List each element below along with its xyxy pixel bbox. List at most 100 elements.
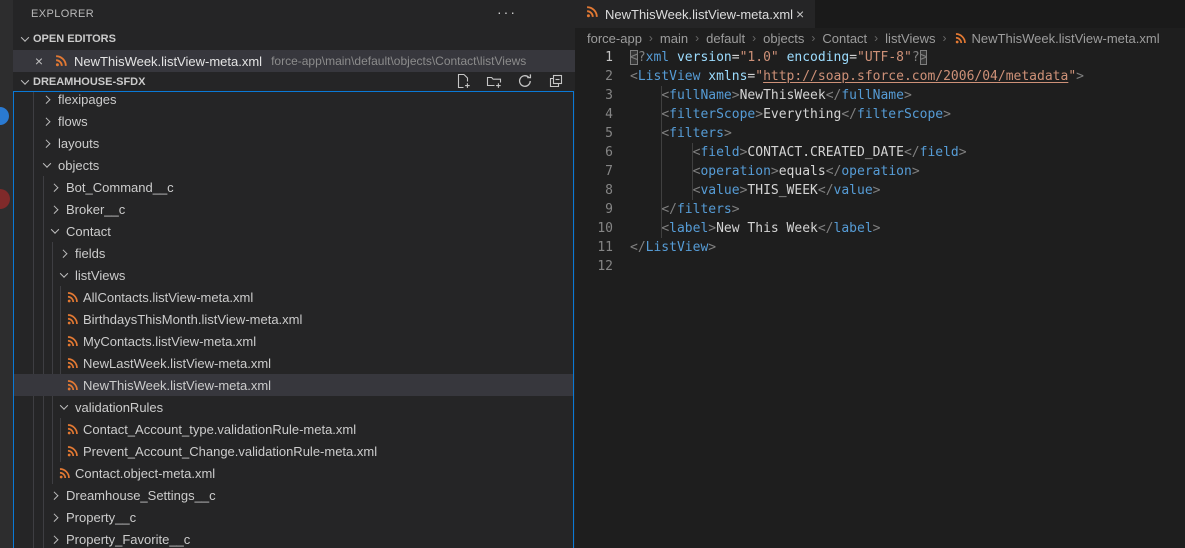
collapse-folders-icon[interactable] xyxy=(547,72,565,90)
tree-item-label: objects xyxy=(58,157,100,173)
activity-badge-blue xyxy=(0,107,9,125)
close-icon[interactable]: × xyxy=(793,6,807,22)
tree-item-objects[interactable]: objects xyxy=(14,154,573,176)
tree-item-flexipages[interactable]: flexipages xyxy=(14,92,573,110)
code-line[interactable]: 1 <?xml version="1.0" encoding="UTF-8"?> xyxy=(575,48,1185,67)
explorer-title: EXPLORER xyxy=(31,7,95,20)
indent-guide xyxy=(661,86,662,238)
breadcrumb-item-force-app[interactable]: force-app xyxy=(587,31,642,46)
tree-item-Contact.object-meta.xml[interactable]: Contact.object-meta.xml xyxy=(14,462,573,484)
code-line[interactable]: 7 <operation>equals</operation> xyxy=(575,162,1185,181)
explorer-sidebar: EXPLORER ··· OPEN EDITORS × NewThisWeek.… xyxy=(13,0,575,548)
xml-file-icon xyxy=(64,379,80,392)
tree-item-MyContacts.listView-meta.xml[interactable]: MyContacts.listView-meta.xml xyxy=(14,330,573,352)
xml-file-icon xyxy=(56,467,72,480)
breadcrumb-item-listViews[interactable]: listViews xyxy=(885,31,935,46)
chevron-down-icon xyxy=(47,223,63,239)
close-icon[interactable]: × xyxy=(31,53,47,69)
xml-file-icon xyxy=(64,335,80,348)
explorer-title-bar: EXPLORER ··· xyxy=(13,0,575,27)
chevron-right-icon xyxy=(47,487,63,503)
open-editor-filepath: force-app\main\default\objects\Contact\l… xyxy=(271,54,527,68)
code-line-content: </filters> xyxy=(661,202,740,217)
chevron-right-icon xyxy=(47,509,63,525)
chevron-down-icon xyxy=(39,157,55,173)
tree-item-label: Contact.object-meta.xml xyxy=(75,465,216,481)
tree-item-fields[interactable]: fields xyxy=(14,242,573,264)
breadcrumb-item-Contact[interactable]: Contact xyxy=(822,31,867,46)
tree-item-Prevent_Account_Change.validationRule-meta.xml[interactable]: Prevent_Account_Change.validationRule-me… xyxy=(14,440,573,462)
tree-item-label: BirthdaysThisMonth.listView-meta.xml xyxy=(83,311,303,327)
tab-newthisweek[interactable]: NewThisWeek.listView-meta.xml × xyxy=(575,0,815,28)
code-line[interactable]: 11 </ListView> xyxy=(575,238,1185,257)
code-line[interactable]: 2 <ListView xmlns="http://soap.sforce.com… xyxy=(575,67,1185,86)
tree-item-label: NewThisWeek.listView-meta.xml xyxy=(83,377,272,393)
line-number: 11 xyxy=(597,240,613,255)
code-line[interactable]: 6 <field>CONTACT.CREATED_DATE</field> xyxy=(575,143,1185,162)
tab-bar: NewThisWeek.listView-meta.xml × xyxy=(575,0,1185,28)
code-line-content: <value>THIS_WEEK</value> xyxy=(692,183,881,198)
tree-item-Property__c[interactable]: Property__c xyxy=(14,506,573,528)
breadcrumb-item-NewThisWeek.listView-meta.xml[interactable]: NewThisWeek.listView-meta.xml xyxy=(972,31,1160,46)
xml-file-icon xyxy=(64,313,80,326)
breadcrumb-item-default[interactable]: default xyxy=(706,31,745,46)
breadcrumb-item-objects[interactable]: objects xyxy=(763,31,804,46)
code-line[interactable]: 12 xyxy=(575,257,1185,276)
tree-item-Contact[interactable]: Contact xyxy=(14,220,573,242)
tree-item-Broker__c[interactable]: Broker__c xyxy=(14,198,573,220)
line-number: 12 xyxy=(597,259,613,274)
breadcrumb: force-app › main › default › objects › Contact › l… xyxy=(575,28,1185,48)
tree-item-NewLastWeek.listView-meta.xml[interactable]: NewLastWeek.listView-meta.xml xyxy=(14,352,573,374)
line-number: 4 xyxy=(605,107,613,122)
xml-file-icon xyxy=(954,32,967,45)
new-folder-icon[interactable] xyxy=(485,72,503,90)
new-file-icon[interactable] xyxy=(454,72,472,90)
breadcrumb-item-main[interactable]: main xyxy=(660,31,688,46)
tree-item-NewThisWeek.listView-meta.xml[interactable]: NewThisWeek.listView-meta.xml xyxy=(14,374,573,396)
open-editors-header[interactable]: OPEN EDITORS xyxy=(13,29,575,49)
tree-item-BirthdaysThisMonth.listView-meta.xml[interactable]: BirthdaysThisMonth.listView-meta.xml xyxy=(14,308,573,330)
tree-item-label: Dreamhouse_Settings__c xyxy=(66,487,216,503)
tree-item-Property_Favorite__c[interactable]: Property_Favorite__c xyxy=(14,528,573,548)
tree-item-Bot_Command__c[interactable]: Bot_Command__c xyxy=(14,176,573,198)
tree-item-Contact_Account_type.validationRule-meta.xml[interactable]: Contact_Account_type.validationRule-meta… xyxy=(14,418,573,440)
code-line[interactable]: 8 <value>THIS_WEEK</value> xyxy=(575,181,1185,200)
chevron-right-icon xyxy=(47,179,63,195)
tree-item-label: Bot_Command__c xyxy=(66,179,174,195)
tree-item-layouts[interactable]: layouts xyxy=(14,132,573,154)
code-line[interactable]: 10 <label>New This Week</label> xyxy=(575,219,1185,238)
chevron-down-icon xyxy=(17,74,33,90)
line-number: 6 xyxy=(605,145,613,160)
tree-item-listViews[interactable]: listViews xyxy=(14,264,573,286)
open-editor-item[interactable]: × NewThisWeek.listView-meta.xml force-ap… xyxy=(13,50,575,72)
code-editor[interactable]: 1 <?xml version="1.0" encoding="UTF-8"?> 2… xyxy=(575,48,1185,548)
tree-item-flows[interactable]: flows xyxy=(14,110,573,132)
tree-item-label: Property__c xyxy=(66,509,137,525)
chevron-right-icon xyxy=(56,245,72,261)
code-line-content: <ListView xmlns="http://soap.sforce.com/… xyxy=(630,69,1084,84)
code-line-content: <?xml version="1.0" encoding="UTF-8"?> xyxy=(630,50,928,65)
tree-item-label: Property_Favorite__c xyxy=(66,531,191,547)
tree-item-validationRules[interactable]: validationRules xyxy=(14,396,573,418)
indent-guide xyxy=(692,143,693,200)
refresh-explorer-icon[interactable] xyxy=(516,72,534,90)
more-actions-icon[interactable]: ··· xyxy=(495,1,519,23)
tree-item-AllContacts.listView-meta.xml[interactable]: AllContacts.listView-meta.xml xyxy=(14,286,573,308)
tree-item-label: AllContacts.listView-meta.xml xyxy=(83,289,254,305)
code-line[interactable]: 5 <filters> xyxy=(575,124,1185,143)
tree-item-label: NewLastWeek.listView-meta.xml xyxy=(83,355,272,371)
code-line-content: <fullName>NewThisWeek</fullName> xyxy=(661,88,912,103)
tree-item-label: Broker__c xyxy=(66,201,126,217)
tree-item-Dreamhouse_Settings__c[interactable]: Dreamhouse_Settings__c xyxy=(14,484,573,506)
code-line[interactable]: 9 </filters> xyxy=(575,200,1185,219)
breadcrumb-separator: › xyxy=(695,31,700,45)
vscode-window: EXPLORER ··· OPEN EDITORS × NewThisWeek.… xyxy=(0,0,1185,548)
code-line[interactable]: 3 <fullName>NewThisWeek</fullName> xyxy=(575,86,1185,105)
open-editor-filename: NewThisWeek.listView-meta.xml xyxy=(74,53,263,69)
xml-file-icon xyxy=(64,291,80,304)
code-line[interactable]: 4 <filterScope>Everything</filterScope> xyxy=(575,105,1185,124)
breadcrumb-separator: › xyxy=(874,31,879,45)
xml-file-icon xyxy=(585,5,599,24)
tree-item-label: Contact_Account_type.validationRule-meta… xyxy=(83,421,357,437)
tree-item-label: Prevent_Account_Change.validationRule-me… xyxy=(83,443,378,459)
